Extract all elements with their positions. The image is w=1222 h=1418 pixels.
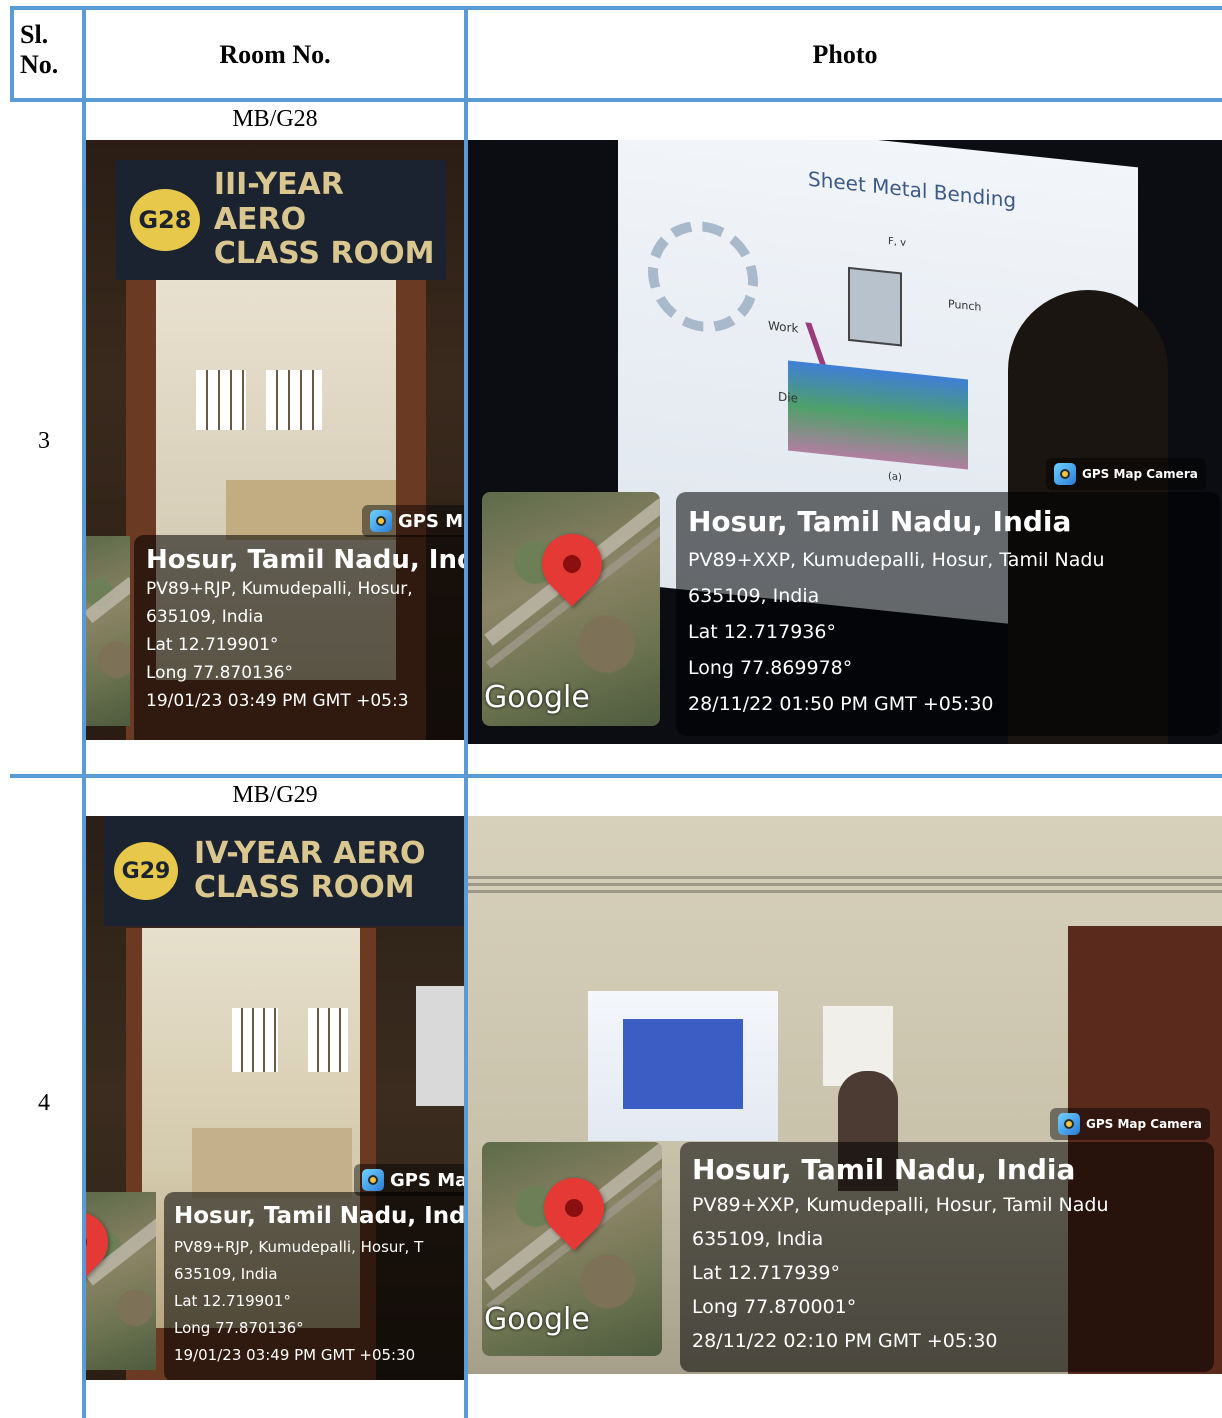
room-sign: G29 IV-YEAR AERO CLASS ROOM <box>104 816 464 926</box>
notice-paper <box>416 986 464 1106</box>
room-sign-line1: III-YEAR AERO <box>213 167 344 237</box>
gps-info-box: Hosur, Tamil Nadu, India PV89+XXP, Kumud… <box>680 1142 1214 1372</box>
table-row3-bottom <box>10 774 1222 778</box>
gps-long: Long 77.870001° <box>692 1296 857 1318</box>
gps-camera-label: GPS Map Camera <box>1082 467 1198 481</box>
slide-label-work: Work <box>768 318 799 336</box>
gps-datetime: 19/01/23 03:49 PM GMT +05:3 <box>146 691 409 711</box>
gps-camera-label: GPS Map Camera <box>1086 1117 1202 1131</box>
gps-lat: Lat 12.717936° <box>688 621 836 643</box>
gps-address: PV89+RJP, Kumudepalli, Hosur, T <box>174 1238 424 1256</box>
gps-camera-icon <box>1058 1113 1080 1135</box>
slide-title: Sheet Metal Bending <box>808 166 1017 213</box>
header-sl-no: Sl. No. <box>20 20 59 79</box>
mini-map: Google <box>482 1142 662 1356</box>
slide-label-punch: Punch <box>948 297 982 314</box>
gps-long: Long 77.869978° <box>688 657 853 679</box>
window <box>232 1008 278 1072</box>
die <box>788 360 968 470</box>
google-logo: Google <box>484 680 590 715</box>
room-sign-badge: G29 <box>114 842 178 900</box>
gps-address: PV89+XXP, Kumudepalli, Hosur, Tamil Nadu <box>688 549 1105 571</box>
mini-map: Google <box>482 492 660 726</box>
room-sign: G28 III-YEAR AERO CLASS ROOM <box>116 160 446 280</box>
gps-camera-tag: GPS Map Camera <box>1050 1108 1210 1140</box>
door-photo: G29 IV-YEAR AERO CLASS ROOM GPS Ma Hosur… <box>86 816 464 1380</box>
gps-pin: 635109, India <box>688 585 820 607</box>
window <box>308 1008 348 1072</box>
mini-map <box>86 1192 156 1370</box>
gps-camera-icon <box>370 510 392 532</box>
room-number: MB/G28 <box>232 106 318 132</box>
gps-datetime: 28/11/22 02:10 PM GMT +05:30 <box>692 1330 998 1352</box>
google-logo: Google <box>484 1302 590 1337</box>
gps-pin: 635109, India <box>692 1228 824 1250</box>
gps-camera-label: GPS M <box>398 510 464 532</box>
window <box>196 370 246 430</box>
gps-datetime: 19/01/23 03:49 PM GMT +05:30 <box>174 1346 416 1364</box>
row-sl-no: 3 <box>38 428 50 454</box>
slide-panel <box>623 1019 743 1109</box>
table-border-top <box>10 6 1222 10</box>
slide-label-a: (a) <box>888 471 902 484</box>
wall-pipes <box>468 876 1222 896</box>
slide-label-force: F, v <box>888 236 907 249</box>
gps-camera-icon <box>1054 463 1076 485</box>
door-photo: G28 III-YEAR AERO CLASS ROOM GPS M Hosur… <box>86 140 464 740</box>
room-sign-badge: G28 <box>130 189 200 251</box>
gps-place: Hosur, Tamil Nadu, India <box>692 1153 1076 1186</box>
class-photo: GPS Map Camera Google Hosur, Tamil Nadu,… <box>468 816 1222 1374</box>
gps-camera-label: GPS Ma <box>390 1169 464 1191</box>
class-photo: Sheet Metal Bending F, v Punch Work Die … <box>468 140 1222 744</box>
gps-pin: 635109, India <box>174 1265 278 1283</box>
gps-place: Hosur, Tamil Nadu, Ind <box>146 545 464 575</box>
gps-address: PV89+XXP, Kumudepalli, Hosur, Tamil Nadu <box>692 1194 1109 1216</box>
gps-info-box: Hosur, Tamil Nadu, India PV89+XXP, Kumud… <box>676 492 1220 736</box>
gps-pin: 635109, India <box>146 607 264 627</box>
room-number: MB/G29 <box>232 782 318 808</box>
gps-info-box: Hosur, Tamil Nadu, India PV89+RJP, Kumud… <box>164 1192 464 1380</box>
window <box>266 370 322 430</box>
gps-long: Long 77.870136° <box>174 1319 304 1337</box>
gps-long: Long 77.870136° <box>146 663 293 683</box>
header-room-no: Room No. <box>219 40 331 69</box>
room-sign-line1: IV-YEAR AERO <box>194 835 426 871</box>
gps-camera-tag: GPS M <box>362 505 464 537</box>
mini-map <box>86 536 130 726</box>
gps-camera-tag: GPS Map Camera <box>1046 458 1206 490</box>
room-sign-line2: CLASS ROOM <box>213 236 435 272</box>
gps-lat: Lat 12.717939° <box>692 1262 840 1284</box>
slide-gear <box>648 215 758 338</box>
room-sign-line2: CLASS ROOM <box>194 870 415 905</box>
slide-label-die: Die <box>778 389 798 406</box>
projected-slide <box>588 991 778 1141</box>
gps-place: Hosur, Tamil Nadu, India <box>174 1203 464 1229</box>
gps-camera-icon <box>362 1169 384 1191</box>
desk <box>192 1128 352 1198</box>
table-header-bottom <box>10 98 1222 102</box>
row-sl-no: 4 <box>38 1090 50 1116</box>
header-photo: Photo <box>812 40 878 69</box>
gps-lat: Lat 12.719901° <box>146 635 279 655</box>
gps-address: PV89+RJP, Kumudepalli, Hosur, <box>146 579 413 599</box>
gps-place: Hosur, Tamil Nadu, India <box>688 505 1072 538</box>
gps-info-box: Hosur, Tamil Nadu, Ind PV89+RJP, Kumudep… <box>134 535 464 740</box>
gps-datetime: 28/11/22 01:50 PM GMT +05:30 <box>688 693 994 715</box>
gps-lat: Lat 12.719901° <box>174 1292 291 1310</box>
